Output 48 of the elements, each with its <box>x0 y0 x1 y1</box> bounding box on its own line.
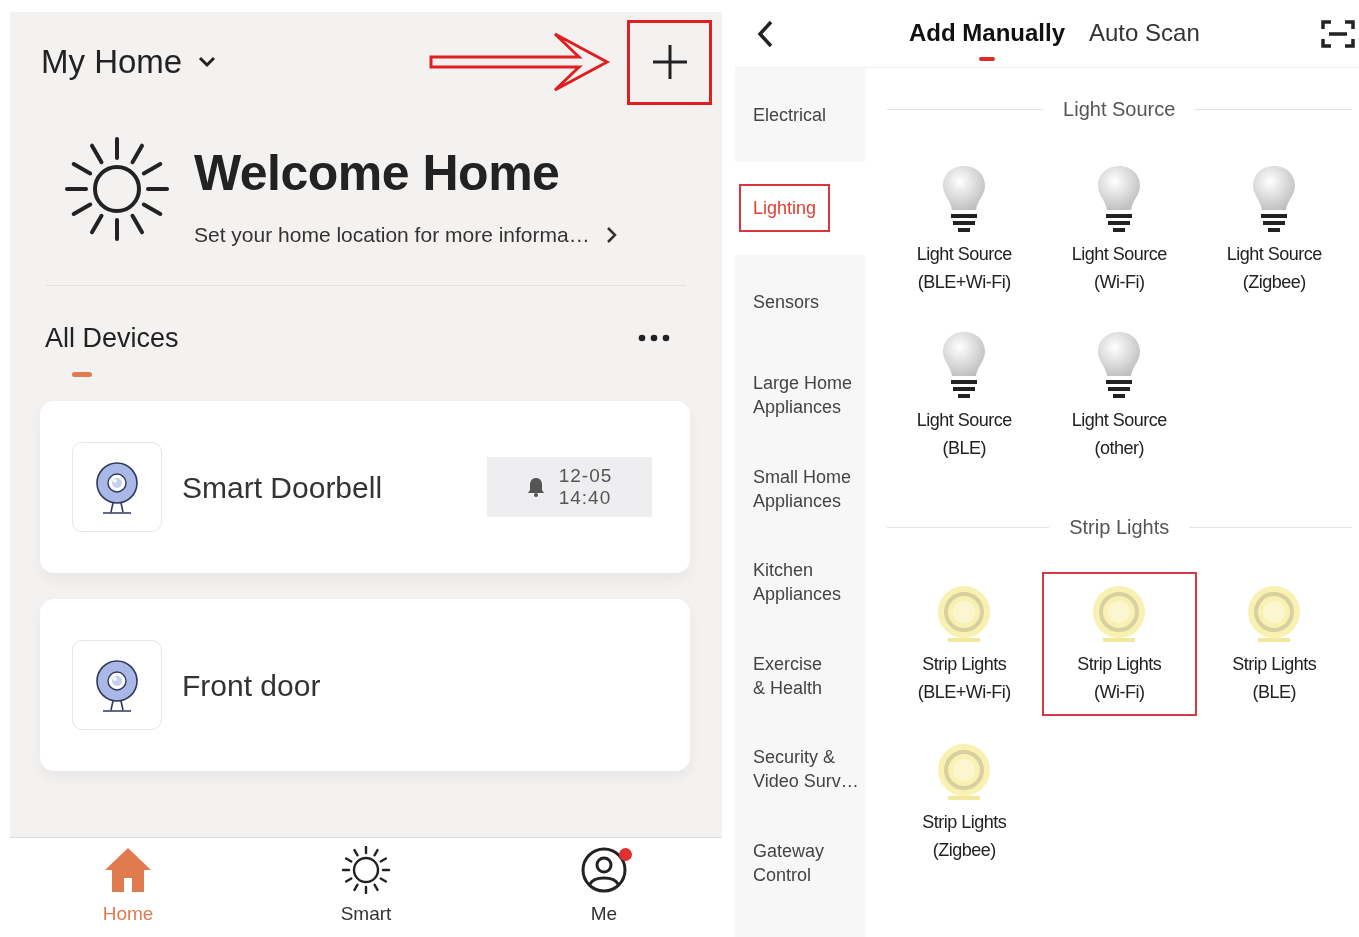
category-item[interactable]: Kitchen Appliances <box>735 535 865 629</box>
category-item[interactable]: Security & Video Surv… <box>735 722 865 816</box>
section-tab[interactable]: All Devices <box>45 317 179 358</box>
back-icon[interactable] <box>757 19 773 48</box>
category-item[interactable]: Lighting <box>735 161 865 255</box>
category-item[interactable]: Gateway Control <box>735 816 865 910</box>
category-item[interactable]: Small Home Appliances <box>735 442 865 536</box>
category-item[interactable]: Electrical <box>735 68 865 162</box>
tab[interactable]: Add Manually <box>909 4 1065 63</box>
device-type-item[interactable]: Light Source (Zigbee) <box>1196 154 1352 306</box>
device-card[interactable]: Smart Doorbell 12-05 14:40 <box>40 401 690 573</box>
section-title: Light Source <box>1063 97 1176 122</box>
device-icon <box>72 442 162 532</box>
home-icon <box>103 846 153 894</box>
location-link[interactable]: Set your home location for more informa… <box>194 219 618 251</box>
nav-tab[interactable]: Smart <box>266 838 466 930</box>
device-type-item[interactable]: Strip Lights (Wi-Fi) <box>1041 572 1197 716</box>
tab[interactable]: Auto Scan <box>1089 4 1200 63</box>
device-type-item[interactable]: Strip Lights (BLE) <box>1196 572 1352 716</box>
device-name: Front door <box>182 667 321 704</box>
device-type-item[interactable]: Light Source (BLE) <box>886 320 1042 472</box>
device-type-item[interactable]: Light Source (BLE+Wi-Fi) <box>886 154 1042 306</box>
device-card[interactable]: Front door <box>40 599 690 771</box>
chevron-down-icon <box>198 56 217 68</box>
more-icon[interactable] <box>638 333 670 342</box>
category-item[interactable]: Sensors <box>735 255 865 349</box>
add-device-button[interactable] <box>627 19 712 105</box>
chevron-right-icon <box>605 225 618 244</box>
bell-icon <box>526 477 545 497</box>
sun-icon <box>341 846 391 894</box>
nav-tab[interactable]: Me <box>504 838 704 930</box>
device-type-item[interactable]: Light Source (other) <box>1041 320 1197 472</box>
device-type-item[interactable]: Strip Lights (Zigbee) <box>886 730 1042 874</box>
alert-date: 12-05 <box>558 465 613 487</box>
alert-time: 14:40 <box>558 487 613 509</box>
device-type-item[interactable]: Light Source (Wi-Fi) <box>1041 154 1197 306</box>
home-selector[interactable]: My Home <box>41 37 217 87</box>
section-title: Strip Lights <box>1069 515 1170 540</box>
user-icon <box>579 846 629 894</box>
category-item[interactable]: Exercise & Health <box>735 629 865 723</box>
device-type-item[interactable]: Strip Lights (BLE+Wi-Fi) <box>886 572 1042 716</box>
category-item[interactable]: Large Home Appliances <box>735 348 865 442</box>
sun-icon <box>64 136 170 242</box>
device-name: Smart Doorbell <box>182 469 383 506</box>
scan-icon[interactable] <box>1321 18 1355 49</box>
device-icon <box>72 640 162 730</box>
welcome-title: Welcome Home <box>194 144 561 203</box>
plus-icon <box>650 43 689 81</box>
